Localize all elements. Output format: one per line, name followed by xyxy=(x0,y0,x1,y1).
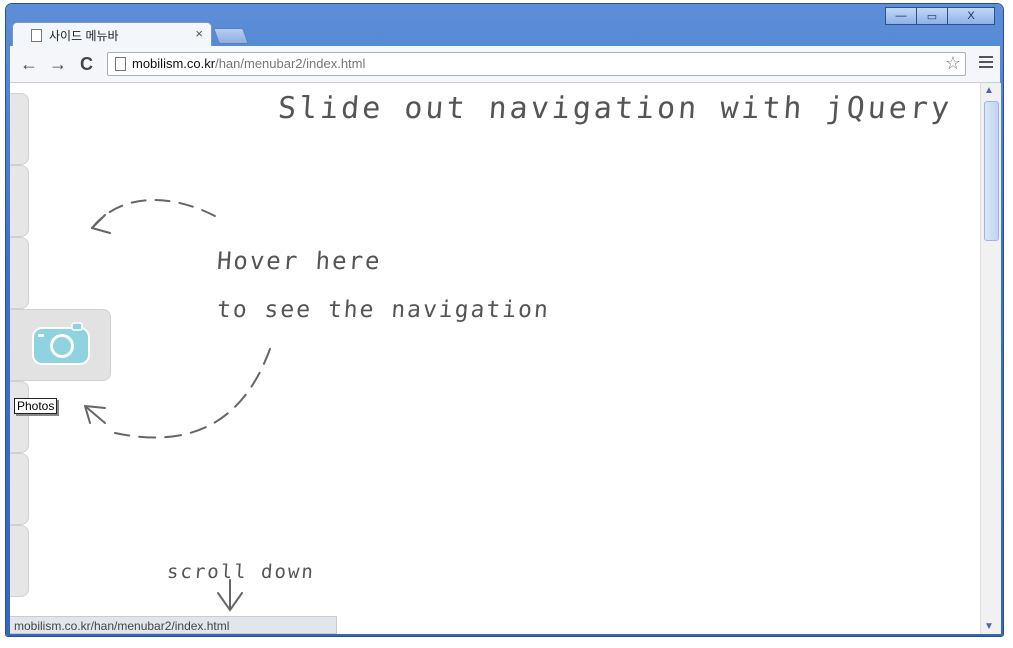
back-button[interactable]: ← xyxy=(20,55,38,73)
scrollbar-thumb[interactable] xyxy=(984,101,999,241)
url-host: mobilism.co.kr xyxy=(132,56,216,71)
vertical-scrollbar[interactable]: ▲ ▼ xyxy=(980,83,1001,634)
url-text[interactable]: mobilism.co.kr/han/menubar2/index.html xyxy=(132,56,365,71)
window-controls: — ▭ X xyxy=(885,7,995,25)
menu-icon[interactable] xyxy=(979,54,993,71)
top-arrowhead xyxy=(91,214,111,234)
scroll-down-arrow xyxy=(217,579,243,612)
new-tab-button[interactable] xyxy=(213,28,249,44)
page-content: Photos Slide out navigation with jQuery … xyxy=(10,83,980,634)
star-icon[interactable]: ☆ xyxy=(945,53,961,74)
minimize-button[interactable]: — xyxy=(885,7,917,25)
tab-close-icon[interactable]: × xyxy=(195,26,203,41)
url-path: /han/menubar2/index.html xyxy=(215,56,366,71)
scroll-down-icon[interactable]: ▼ xyxy=(984,621,994,632)
status-bar: mobilism.co.kr/han/menubar2/index.html xyxy=(10,616,337,634)
browser-toolbar: ← → C mobilism.co.kr/han/menubar2/index.… xyxy=(10,46,1000,83)
forward-button[interactable]: → xyxy=(49,55,67,73)
bottom-arc-arrow xyxy=(114,348,271,439)
sketch-arrows xyxy=(84,199,271,612)
browser-tab[interactable]: 사이드 메뉴바 × xyxy=(12,22,212,47)
address-bar[interactable]: mobilism.co.kr/han/menubar2/index.html ☆ xyxy=(107,52,966,76)
reload-button[interactable]: C xyxy=(80,55,93,73)
scroll-up-icon[interactable]: ▲ xyxy=(984,85,994,96)
close-window-button[interactable]: X xyxy=(947,7,995,25)
tab-title: 사이드 메뉴바 xyxy=(49,29,119,43)
maximize-button[interactable]: ▭ xyxy=(916,7,948,25)
top-arc-arrow xyxy=(91,199,216,229)
page-icon xyxy=(115,57,126,71)
page-icon xyxy=(31,29,42,42)
